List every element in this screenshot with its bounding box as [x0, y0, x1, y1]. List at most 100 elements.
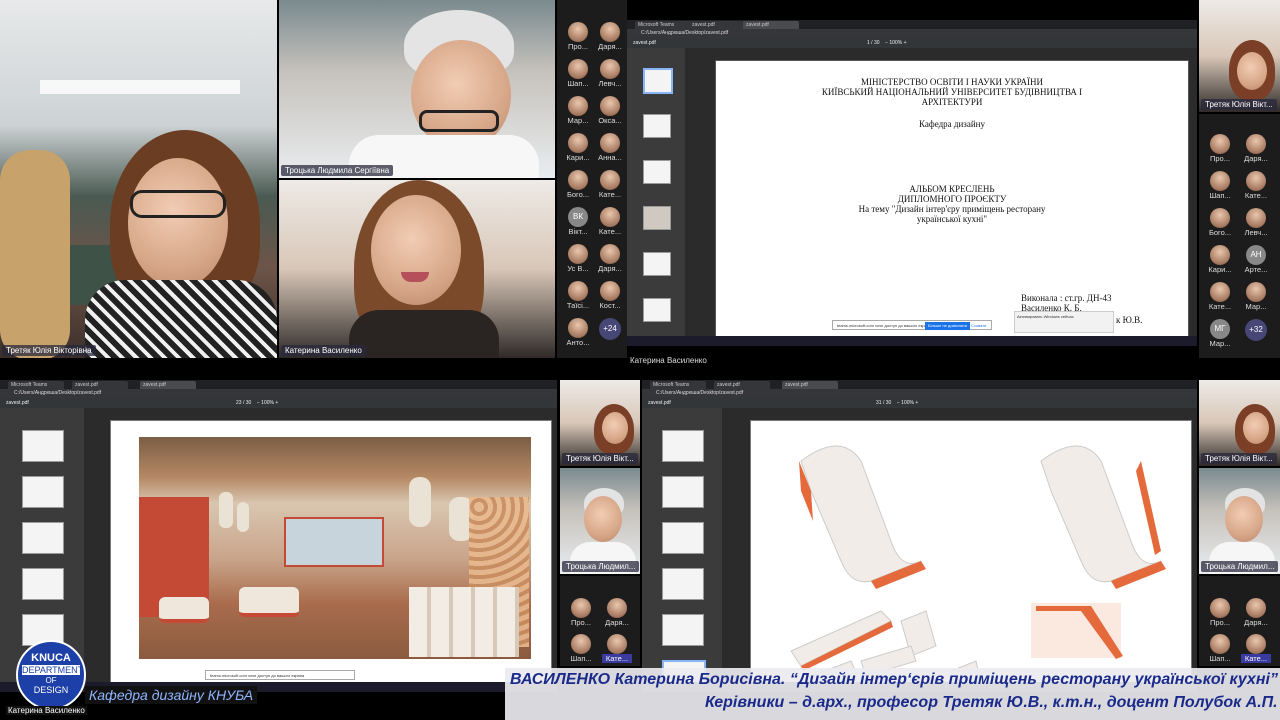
- thumbnail[interactable]: [22, 522, 64, 554]
- address-bar[interactable]: C:/Users/Андрюша/Desktop/zavest.pdf: [0, 389, 557, 398]
- participant-avatar[interactable]: Кате...: [1241, 634, 1271, 666]
- thumbnail[interactable]: [22, 430, 64, 462]
- shared-screen-interior[interactable]: Microsoft Teams zavest.pdf zavest.pdf C:…: [0, 380, 557, 692]
- video-tile-tretyak[interactable]: Третяк Юлія Вікторівна: [0, 0, 277, 358]
- participant-avatar[interactable]: АН Арте...: [1241, 245, 1271, 277]
- participant-avatar[interactable]: Анто...: [563, 318, 593, 350]
- thumbnail[interactable]: [22, 476, 64, 508]
- participant-avatar[interactable]: Про...: [566, 598, 596, 630]
- participant-avatar[interactable]: Шап...: [566, 634, 596, 666]
- video-tile-tretyak-right-mini[interactable]: Третяк Юлія Вікт...: [1199, 380, 1280, 466]
- video-tile-trotska-mini[interactable]: Троцька Людмил...: [560, 468, 640, 574]
- participant-avatar[interactable]: Кари...: [1205, 245, 1235, 277]
- thumbnail[interactable]: [662, 568, 704, 600]
- participant-avatar[interactable]: Кари...: [563, 133, 593, 165]
- tab-teams[interactable]: Microsoft Teams: [8, 381, 64, 389]
- thumbnail[interactable]: [643, 298, 671, 322]
- participant-avatar[interactable]: Даря...: [595, 244, 625, 276]
- zoom-level[interactable]: 100%: [261, 400, 274, 406]
- participant-avatar[interactable]: Бого...: [1205, 208, 1235, 240]
- more-participants-button[interactable]: +32: [1245, 319, 1267, 341]
- tab-pdf-1[interactable]: zavest.pdf: [72, 381, 128, 389]
- participant-avatar[interactable]: Ус В...: [563, 244, 593, 276]
- current-page[interactable]: 23: [236, 400, 242, 406]
- participant-avatar[interactable]: Мар...: [563, 96, 593, 128]
- avatar-label: Даря...: [598, 264, 622, 273]
- thumbnail[interactable]: [662, 614, 704, 646]
- tab-teams[interactable]: Microsoft Teams: [650, 381, 706, 389]
- participant-avatar[interactable]: МГ Мар...: [1205, 319, 1235, 351]
- pdf-thumbnails: [627, 48, 685, 346]
- video-tile-tretyak-mini[interactable]: Третяк Юлія Вікт...: [560, 380, 640, 466]
- logo-design: DESIGN: [33, 685, 69, 695]
- participant-avatar[interactable]: Шап...: [563, 59, 593, 91]
- participant-avatar[interactable]: Кате...: [1205, 282, 1235, 314]
- participant-avatar[interactable]: Окса...: [595, 96, 625, 128]
- more-participants-button[interactable]: +24: [599, 318, 621, 340]
- thumbnail[interactable]: [643, 252, 671, 276]
- thumbnail[interactable]: [662, 522, 704, 554]
- avatar-image: [568, 318, 588, 338]
- participant-avatar[interactable]: Левч...: [595, 59, 625, 91]
- tab-pdf-2[interactable]: zavest.pdf: [782, 381, 838, 389]
- shared-screen-title-page[interactable]: Microsoft Teams zavest.pdf zavest.pdf C:…: [627, 20, 1197, 346]
- address-bar[interactable]: C:/Users/Андрюша/Desktop/zavest.pdf: [642, 389, 1197, 398]
- current-page[interactable]: 31: [876, 400, 882, 406]
- video-tile-vasylenko[interactable]: Катерина Василенко: [279, 180, 555, 358]
- thumbnail[interactable]: [643, 114, 671, 138]
- participant-avatar[interactable]: Про...: [1205, 134, 1235, 166]
- participant-avatar[interactable]: Даря...: [1241, 134, 1271, 166]
- participant-avatar[interactable]: Кост...: [595, 281, 625, 313]
- zoom-level[interactable]: 100%: [901, 400, 914, 406]
- participant-avatar[interactable]: Шап...: [1205, 634, 1235, 666]
- participant-avatar[interactable]: Бого...: [563, 170, 593, 202]
- video-tile-trotska[interactable]: Троцька Людмила Сергіївна: [279, 0, 555, 178]
- address-bar[interactable]: C:/Users/Андрюша/Desktop/zavest.pdf: [627, 29, 1197, 38]
- hide-button[interactable]: Сховати: [971, 321, 986, 331]
- tab-pdf-1[interactable]: zavest.pdf: [689, 21, 745, 29]
- avatar-label: Кари...: [1208, 265, 1232, 274]
- avatar-image: [1210, 134, 1230, 154]
- participant-avatar[interactable]: Даря...: [1241, 598, 1271, 630]
- participant-avatar[interactable]: Даря...: [602, 598, 632, 630]
- participant-avatar[interactable]: Анна...: [595, 133, 625, 165]
- thumbnail[interactable]: [643, 160, 671, 184]
- stop-sharing-button[interactable]: Більше не дозволяти: [925, 322, 971, 330]
- participant-avatar[interactable]: Таїсі...: [563, 281, 593, 313]
- tab-pdf-2[interactable]: zavest.pdf: [140, 381, 196, 389]
- pdf-toolbar: zavest.pdf 31 / 30 − 100% +: [642, 398, 1197, 408]
- avatar-image: [600, 281, 620, 301]
- thumbnail[interactable]: [22, 568, 64, 600]
- tab-pdf-2[interactable]: zavest.pdf: [743, 21, 799, 29]
- windows-activation-toast[interactable]: Активировать Windows сейчас: [1014, 311, 1114, 333]
- participant-avatar[interactable]: Про...: [563, 22, 593, 54]
- participant-avatar[interactable]: Кате...: [595, 170, 625, 202]
- tab-teams[interactable]: Microsoft Teams: [635, 21, 691, 29]
- participant-avatar[interactable]: Левч...: [1241, 208, 1271, 240]
- participant-avatar[interactable]: Шап...: [1205, 171, 1235, 203]
- participant-avatar[interactable]: Кате...: [602, 634, 632, 666]
- video-tile-trotska-right-mini[interactable]: Троцька Людмил...: [1199, 468, 1280, 574]
- screen-share-prompt[interactable]: teams.microsoft.com хоче доступ до вашог…: [205, 670, 355, 680]
- zoom-level[interactable]: 100%: [889, 40, 902, 46]
- participant-avatar[interactable]: Про...: [1205, 598, 1235, 630]
- participant-avatar[interactable]: Мар...: [1241, 282, 1271, 314]
- participant-avatar[interactable]: Даря...: [595, 22, 625, 54]
- thumbnail[interactable]: [662, 430, 704, 462]
- screen-share-prompt[interactable]: teams.microsoft.com хоче доступ до вашог…: [832, 320, 992, 330]
- thumbnail[interactable]: [643, 206, 671, 230]
- tab-pdf-1[interactable]: zavest.pdf: [714, 381, 770, 389]
- current-page[interactable]: 1: [867, 40, 870, 46]
- shared-screen-benches[interactable]: Microsoft Teams zavest.pdf zavest.pdf C:…: [642, 380, 1197, 692]
- participant-avatar[interactable]: Кате...: [595, 207, 625, 239]
- bench-render-left: [799, 445, 926, 589]
- thumbnail[interactable]: [643, 68, 673, 94]
- avatar-label: Мар...: [567, 116, 589, 125]
- avatar-label: Кате...: [1241, 654, 1271, 663]
- thumbnail[interactable]: [662, 476, 704, 508]
- avatar-image: [568, 170, 588, 190]
- pdf-thumbnails: [642, 408, 722, 692]
- video-tile-tretyak-small[interactable]: Третяк Юлія Вікт...: [1199, 0, 1280, 112]
- participant-avatar[interactable]: ВК Вікт...: [563, 207, 593, 239]
- participant-avatar[interactable]: Кате...: [1241, 171, 1271, 203]
